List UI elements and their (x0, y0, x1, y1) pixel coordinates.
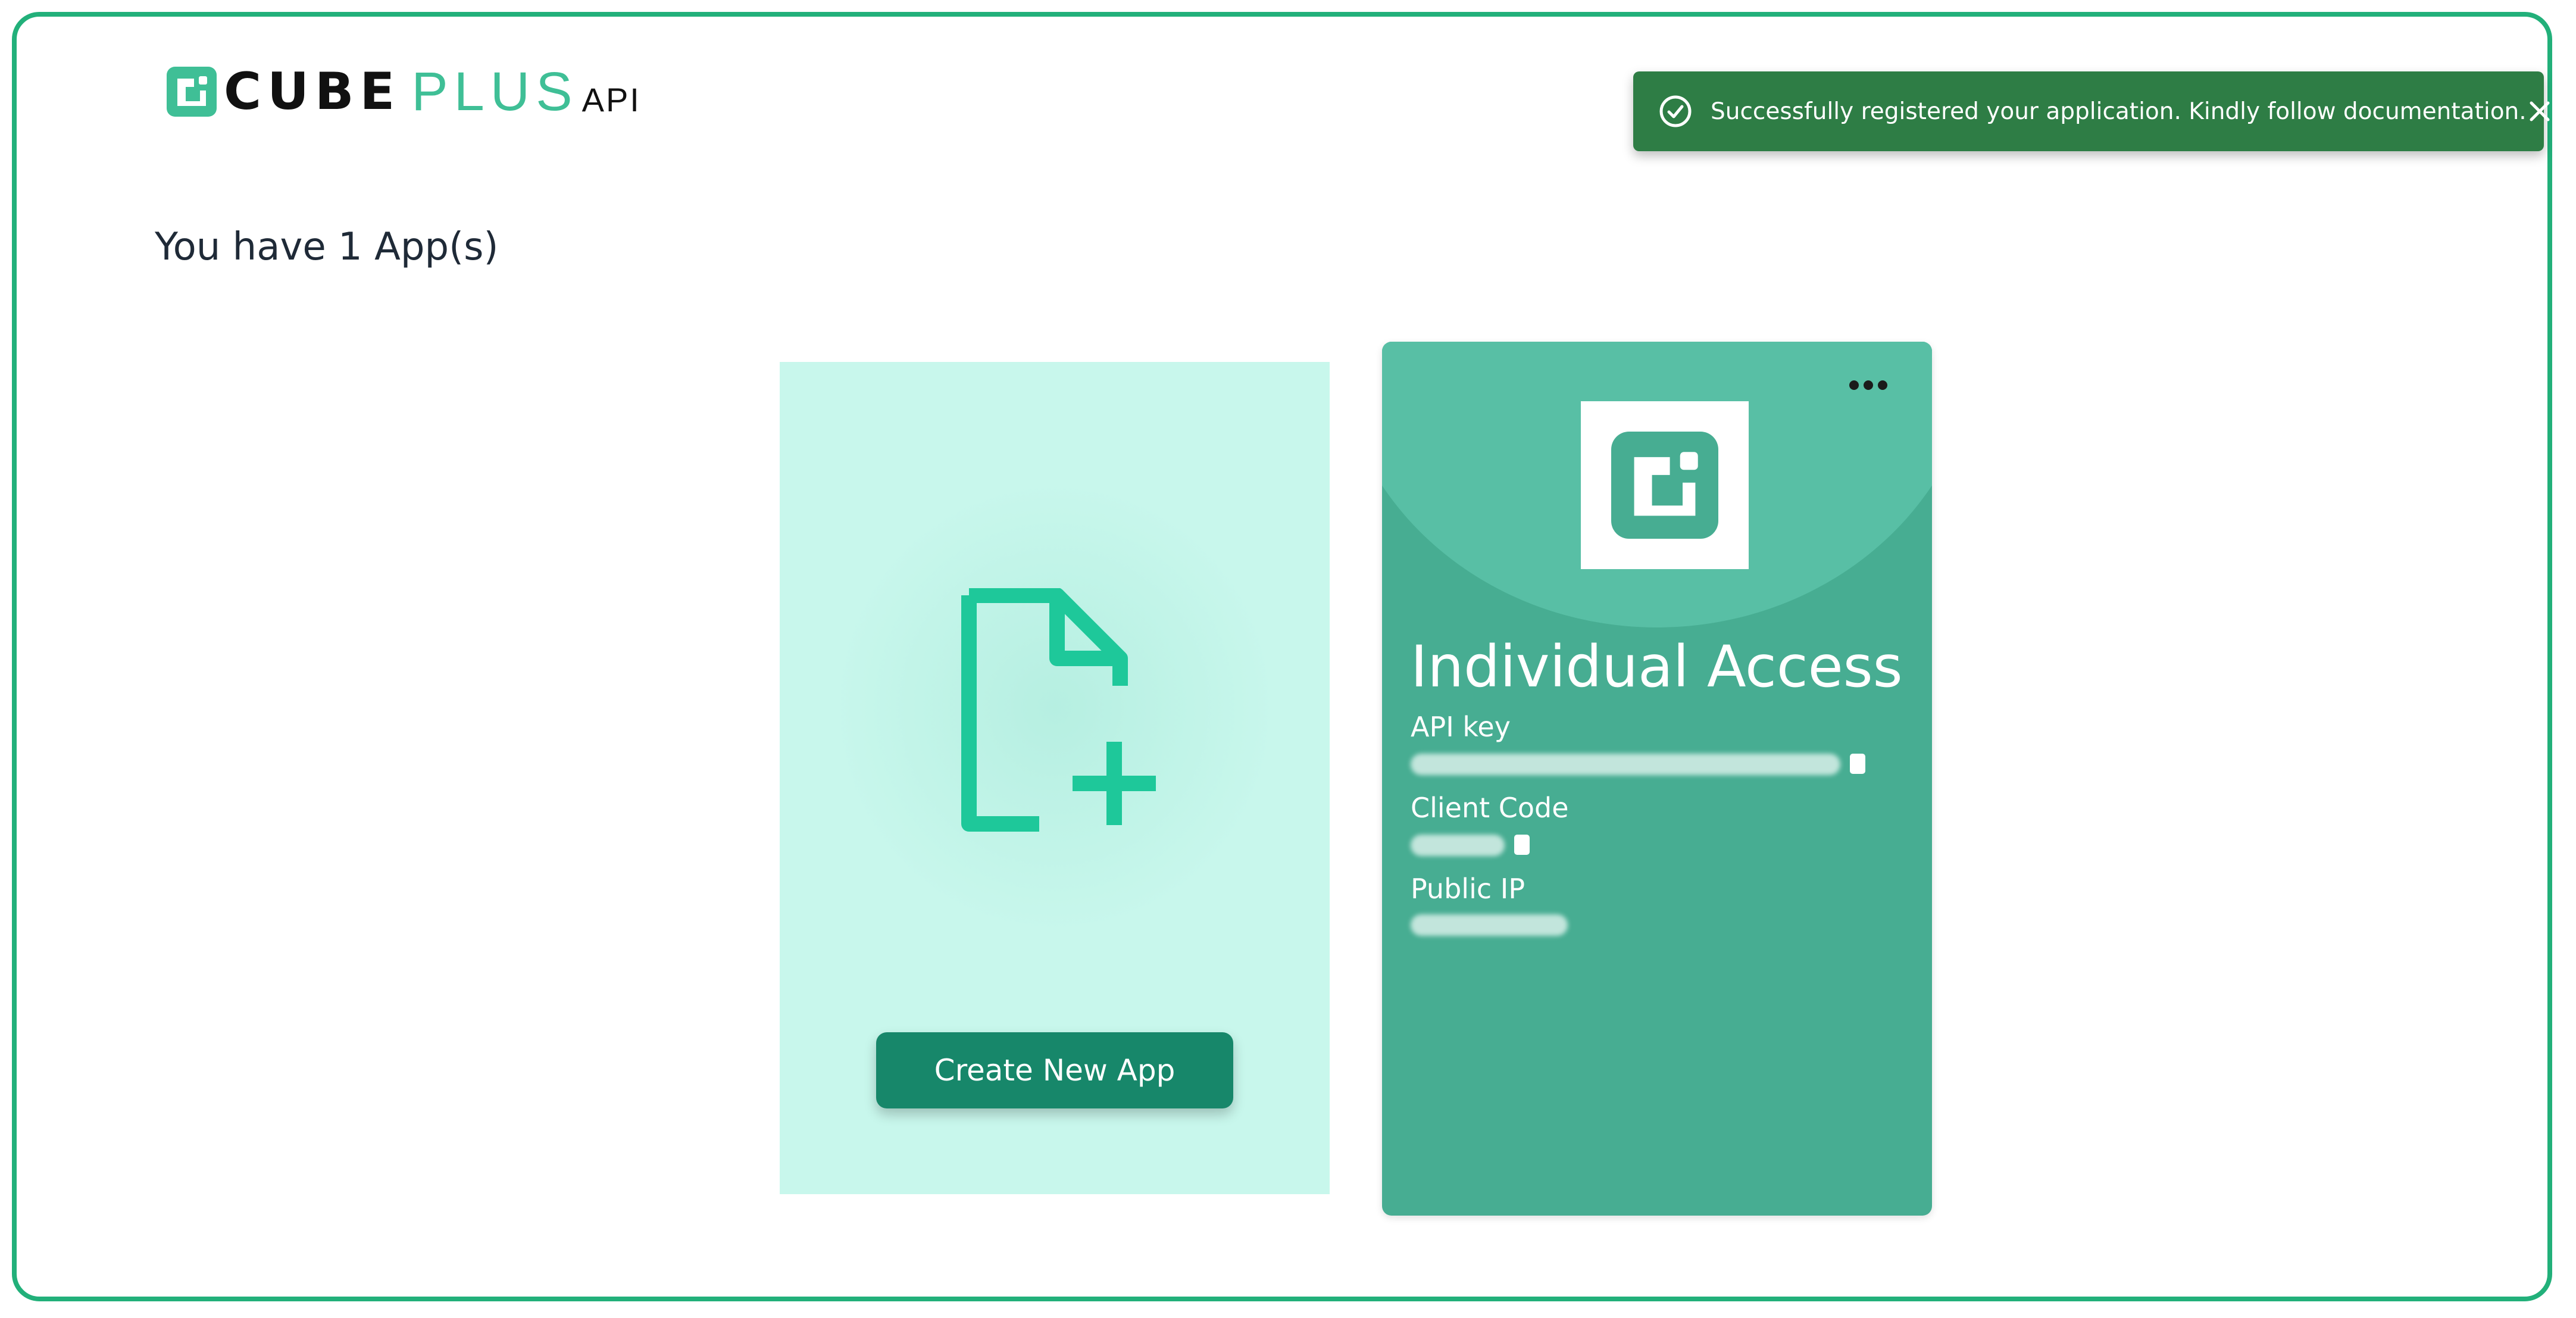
app-title: Individual Access (1411, 633, 1903, 700)
cubeplus-logo-icon (167, 67, 217, 117)
logo-text-api: API (582, 81, 641, 118)
client-code-redacted (1411, 835, 1505, 856)
client-code-label: Client Code (1411, 792, 1569, 824)
more-horizontal-icon[interactable] (1847, 379, 1889, 392)
public-ip-redacted (1411, 914, 1568, 936)
logo-text-cube: CUBE (224, 62, 401, 121)
create-app-card[interactable]: Create New App (780, 362, 1330, 1194)
app-card-individual-access[interactable]: Individual Access API key Client Code Pu… (1382, 342, 1932, 1216)
close-icon[interactable] (2527, 98, 2553, 124)
copy-icon[interactable] (1513, 833, 1531, 856)
page-title: You have 1 App(s) (155, 225, 499, 269)
cubeplus-app-icon (1611, 432, 1718, 539)
logo-text-plus: PLUS (411, 61, 579, 122)
copy-icon[interactable] (1849, 752, 1867, 775)
public-ip-label: Public IP (1411, 873, 1525, 905)
toast-message: Successfully registered your application… (1711, 98, 2527, 125)
create-new-app-button[interactable]: Create New App (876, 1032, 1233, 1108)
api-key-redacted (1411, 754, 1840, 775)
success-toast: Successfully registered your application… (1633, 71, 2550, 151)
brand-logo[interactable]: CUBE PLUS API (167, 61, 641, 122)
app-logo (1581, 401, 1749, 569)
app-frame: CUBE PLUS API You have 1 App(s) Create N… (12, 12, 2552, 1301)
api-key-label: API key (1411, 711, 1511, 743)
check-circle-icon (1659, 95, 1692, 127)
file-add-icon (961, 588, 1156, 832)
